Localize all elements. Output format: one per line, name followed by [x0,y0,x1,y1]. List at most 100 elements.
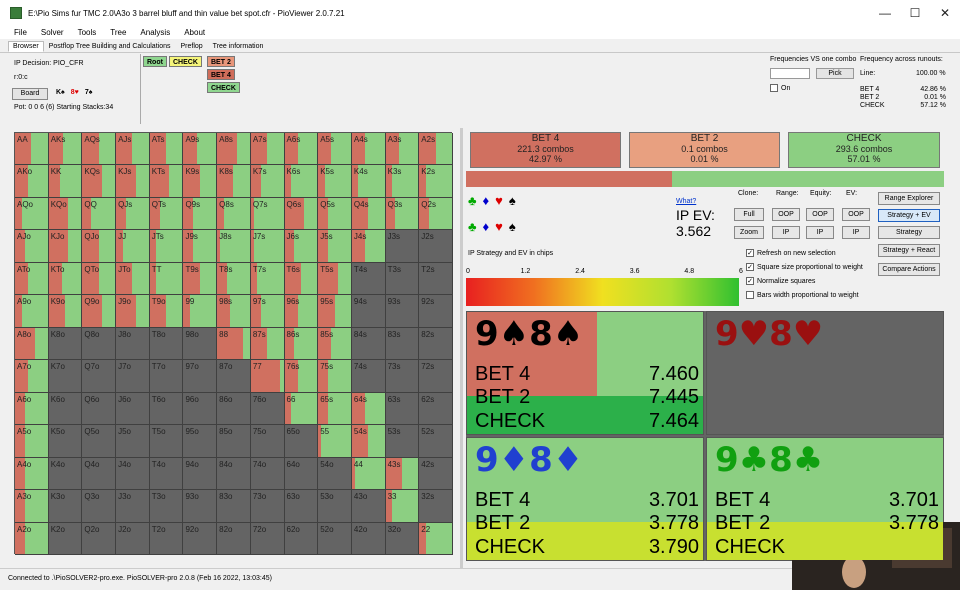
suit-toggle-icon[interactable]: ♦ [483,193,490,208]
matrix-cell[interactable]: 44 [351,457,386,491]
hand-quadrant[interactable]: 9♦8♦ BET 4 3.701 BET 2 3.778 CHECK 3.790 [466,437,704,561]
matrix-cell[interactable]: AKs [48,133,83,166]
matrix-cell[interactable]: 75s [318,360,352,393]
matrix-cell[interactable]: Q2s [419,197,453,231]
matrix-cell[interactable]: 96o [183,392,218,426]
matrix-cell[interactable]: T8s [217,262,251,296]
suit-toggle-icon[interactable]: ♠ [509,219,516,234]
maximize-button[interactable]: ☐ [900,6,930,20]
matrix-cell[interactable]: 94o [183,457,218,491]
matrix-cell[interactable]: 92s [419,295,453,328]
matrix-cell[interactable]: 85o [217,425,251,458]
matrix-cell[interactable]: T6s [284,262,319,296]
matrix-cell[interactable]: A4o [15,457,49,491]
matrix-cell[interactable]: QTs [149,197,184,231]
matrix-cell[interactable]: Q5s [318,197,352,231]
matrix-cell[interactable]: 62s [419,392,453,426]
menu-about[interactable]: About [184,28,205,37]
matrix-cell[interactable]: Q8s [217,197,251,231]
matrix-cell[interactable]: 74o [250,457,285,491]
suit-toggle-icon[interactable]: ♠ [509,193,516,208]
matrix-cell[interactable]: 64s [351,392,386,426]
matrix-cell[interactable]: A5s [318,133,352,166]
matrix-cell[interactable]: 53s [385,425,420,458]
matrix-cell[interactable]: K6s [284,165,319,198]
matrix-cell[interactable]: Q9o [82,295,117,328]
matrix-cell[interactable]: Q7s [250,197,285,231]
matrix-cell[interactable]: 73o [250,490,285,523]
view-range-explorer-button[interactable]: Range Explorer [878,192,940,205]
matrix-cell[interactable]: K3o [48,490,83,523]
matrix-cell[interactable]: 52s [419,425,453,458]
matrix-cell[interactable]: J2o [116,522,150,555]
equity-oop-button[interactable]: OOP [806,208,834,221]
tab-3[interactable]: Tree information [208,41,269,52]
matrix-cell[interactable]: T4o [149,457,184,491]
matrix-cell[interactable]: T2o [149,522,184,555]
matrix-cell[interactable]: 97s [250,295,285,328]
zoom-button[interactable]: Zoom [734,226,764,239]
matrix-cell[interactable]: KJs [116,165,150,198]
matrix-cell[interactable]: 76s [284,360,319,393]
combo-input[interactable] [770,68,810,79]
matrix-cell[interactable]: JTs [149,230,184,263]
matrix-cell[interactable]: 43s [385,457,420,491]
matrix-cell[interactable]: J9o [116,295,150,328]
range-oop-button[interactable]: OOP [772,208,800,221]
matrix-cell[interactable]: 84s [351,327,386,361]
matrix-cell[interactable]: AA [15,133,49,166]
matrix-cell[interactable]: 83s [385,327,420,361]
hand-quadrant[interactable]: 9♣8♣ BET 4 3.701 BET 2 3.778 CHECK [706,437,944,561]
matrix-cell[interactable]: AJs [116,133,150,166]
matrix-cell[interactable]: AQs [82,133,117,166]
matrix-cell[interactable]: A8s [217,133,251,166]
close-button[interactable]: ✕ [930,6,960,20]
matrix-cell[interactable]: T4s [351,262,386,296]
matrix-cell[interactable]: Q6s [284,197,319,231]
matrix-cell[interactable]: 73s [385,360,420,393]
matrix-cell[interactable]: KQs [82,165,117,198]
matrix-cell[interactable]: T7o [149,360,184,393]
menu-tools[interactable]: Tools [78,28,97,37]
option-checkbox[interactable]: ✓ Square size proportional to weight [746,263,863,271]
matrix-cell[interactable]: JTo [116,262,150,296]
tab-1[interactable]: Postflop Tree Building and Calculations [44,41,176,52]
matrix-cell[interactable]: TT [149,262,184,296]
matrix-cell[interactable]: J6o [116,392,150,426]
equity-ip-button[interactable]: IP [806,226,834,239]
matrix-cell[interactable]: 64o [284,457,319,491]
ev-ip-button[interactable]: IP [842,226,870,239]
matrix-cell[interactable]: 54o [318,457,352,491]
matrix-cell[interactable]: 54s [351,425,386,458]
matrix-cell[interactable]: 95s [318,295,352,328]
matrix-cell[interactable]: J5o [116,425,150,458]
matrix-cell[interactable]: 63o [284,490,319,523]
matrix-cell[interactable]: K8o [48,327,83,361]
matrix-cell[interactable]: A2s [419,133,453,166]
matrix-cell[interactable]: Q9s [183,197,218,231]
matrix-cell[interactable]: A7o [15,360,49,393]
matrix-cell[interactable]: 92o [183,522,218,555]
matrix-cell[interactable]: 93o [183,490,218,523]
pick-button[interactable]: Pick [816,68,854,79]
matrix-cell[interactable]: K2s [419,165,453,198]
on-checkbox[interactable]: On [770,84,790,92]
matrix-cell[interactable]: T6o [149,392,184,426]
ev-oop-button[interactable]: OOP [842,208,870,221]
matrix-cell[interactable]: 75o [250,425,285,458]
matrix-cell[interactable]: T8o [149,327,184,361]
matrix-cell[interactable]: QQ [82,197,117,231]
matrix-cell[interactable]: K5s [318,165,352,198]
matrix-cell[interactable]: AQo [15,197,49,231]
matrix-cell[interactable]: 87s [250,327,285,361]
range-ip-button[interactable]: IP [772,226,800,239]
matrix-cell[interactable]: 43o [351,490,386,523]
option-checkbox[interactable]: ✓ Refresh on new selection [746,249,836,257]
matrix-cell[interactable]: 88 [217,327,251,361]
matrix-cell[interactable]: K9s [183,165,218,198]
matrix-cell[interactable]: KTo [48,262,83,296]
matrix-cell[interactable]: ATo [15,262,49,296]
matrix-cell[interactable]: A6s [284,133,319,166]
matrix-cell[interactable]: A6o [15,392,49,426]
matrix-cell[interactable]: 72o [250,522,285,555]
